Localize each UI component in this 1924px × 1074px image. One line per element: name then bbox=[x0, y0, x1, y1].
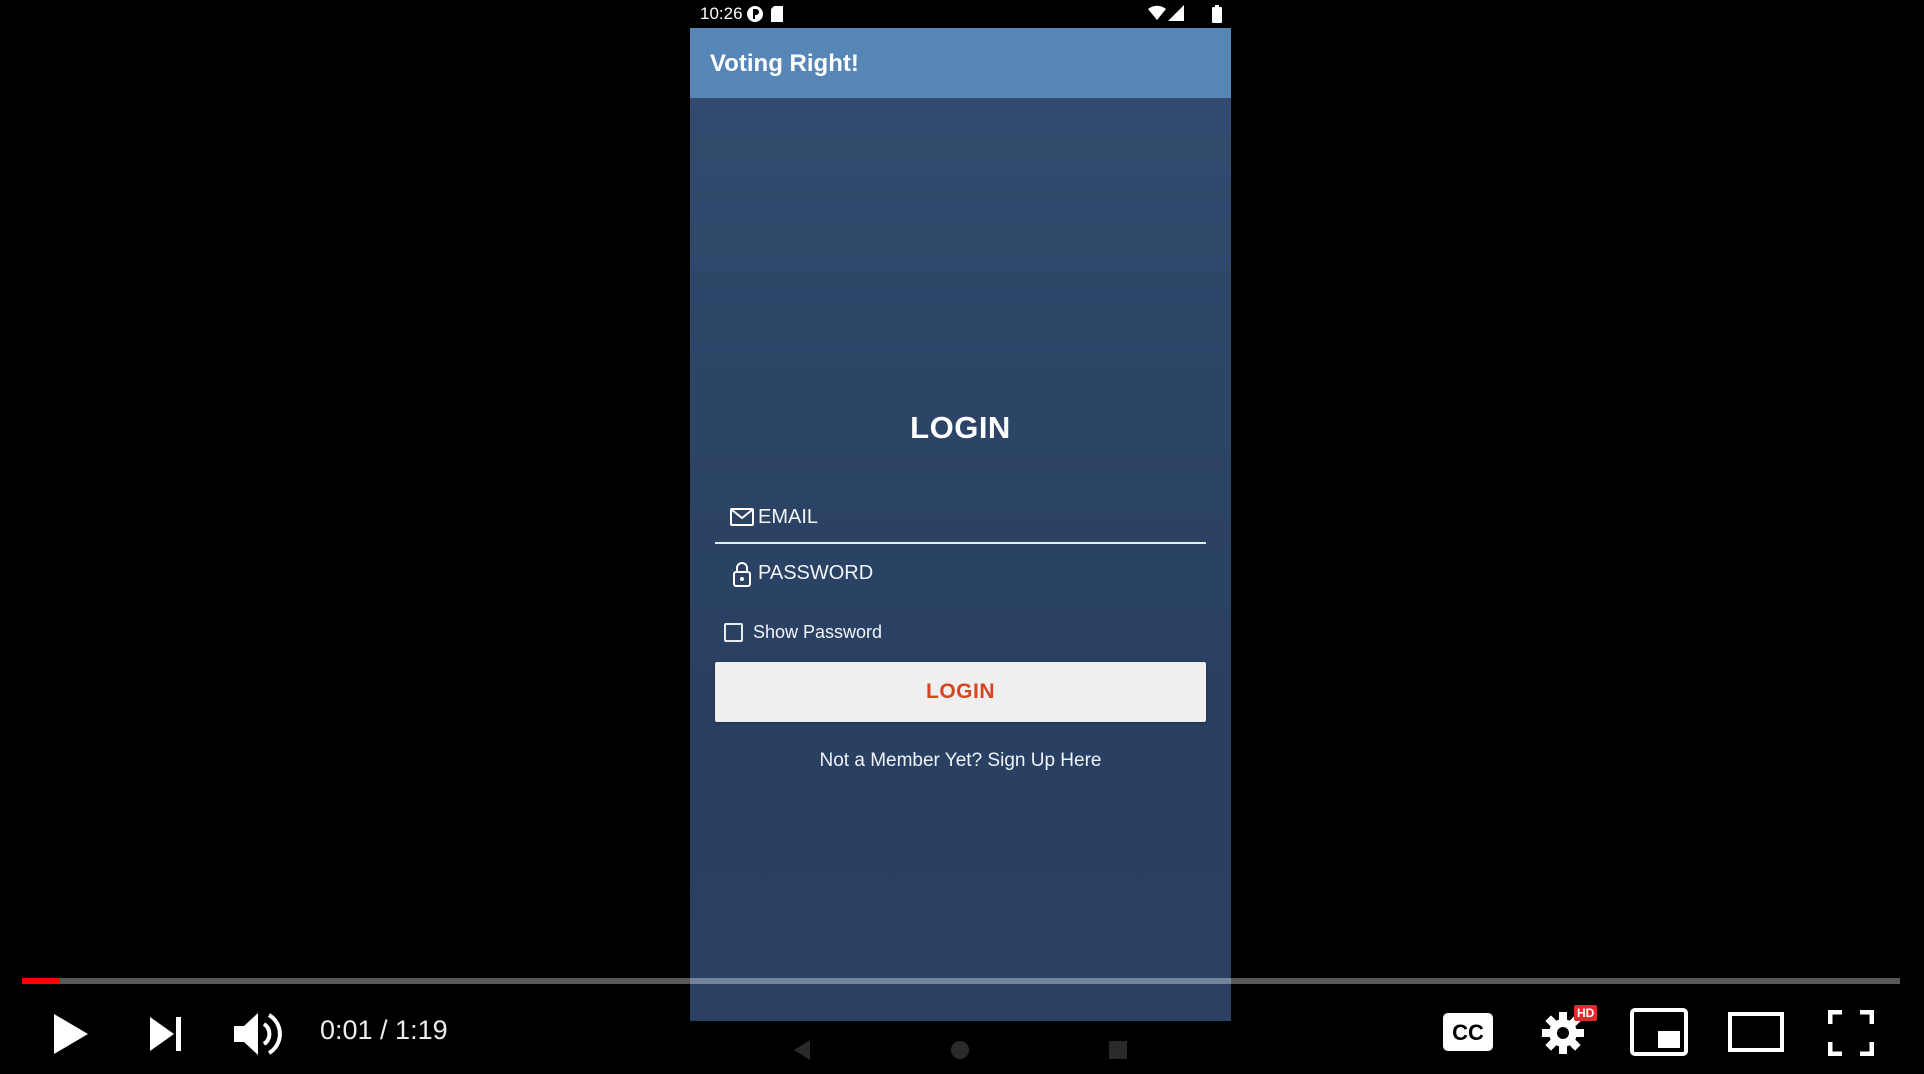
email-input[interactable] bbox=[715, 496, 1206, 538]
time-display: 0:01 / 1:19 bbox=[320, 1015, 448, 1045]
fullscreen-icon[interactable] bbox=[1827, 1009, 1875, 1061]
hd-badge: HD bbox=[1574, 1005, 1598, 1021]
email-field[interactable] bbox=[715, 496, 1206, 544]
miniplayer-icon[interactable] bbox=[1630, 1008, 1688, 1061]
login-heading: LOGIN bbox=[910, 410, 1011, 445]
recents-icon[interactable] bbox=[1109, 1041, 1127, 1064]
login-button[interactable]: LOGIN bbox=[715, 662, 1206, 722]
play-icon[interactable] bbox=[50, 1012, 90, 1061]
sd-card-icon bbox=[770, 5, 784, 28]
back-icon[interactable] bbox=[792, 1039, 812, 1066]
volume-icon[interactable] bbox=[232, 1008, 286, 1065]
status-time: 10:26 bbox=[700, 4, 743, 23]
signal-icon bbox=[1168, 5, 1184, 26]
progress-bar[interactable] bbox=[22, 978, 1900, 984]
status-bar: 10:26 bbox=[690, 0, 1231, 28]
captions-icon[interactable]: CC bbox=[1442, 1012, 1494, 1057]
theater-mode-icon[interactable] bbox=[1728, 1012, 1784, 1057]
show-password-checkbox[interactable] bbox=[724, 622, 743, 642]
password-field[interactable] bbox=[715, 552, 1206, 598]
progress-played bbox=[22, 978, 60, 984]
phone-screen: 10:26 Voting Right! LOGIN EMAIL Show Pas… bbox=[690, 0, 1231, 1021]
app-notification-icon bbox=[746, 5, 764, 28]
phone-nav-bar bbox=[690, 1021, 1231, 1074]
home-icon[interactable] bbox=[950, 1040, 970, 1065]
show-password-toggle[interactable]: Show Password bbox=[724, 619, 882, 645]
show-password-label: Show Password bbox=[753, 621, 883, 642]
svg-text:CC: CC bbox=[1452, 1020, 1484, 1045]
battery-icon bbox=[1212, 5, 1222, 28]
app-bar: Voting Right! bbox=[690, 28, 1231, 98]
video-player[interactable]: 10:26 Voting Right! LOGIN EMAIL Show Pas… bbox=[0, 0, 1924, 1074]
password-input[interactable] bbox=[715, 552, 1206, 594]
signup-link[interactable]: Not a Member Yet? Sign Up Here bbox=[690, 750, 1231, 772]
wifi-icon bbox=[1148, 5, 1166, 26]
next-icon[interactable] bbox=[148, 1015, 184, 1058]
app-title: Voting Right! bbox=[710, 50, 859, 77]
